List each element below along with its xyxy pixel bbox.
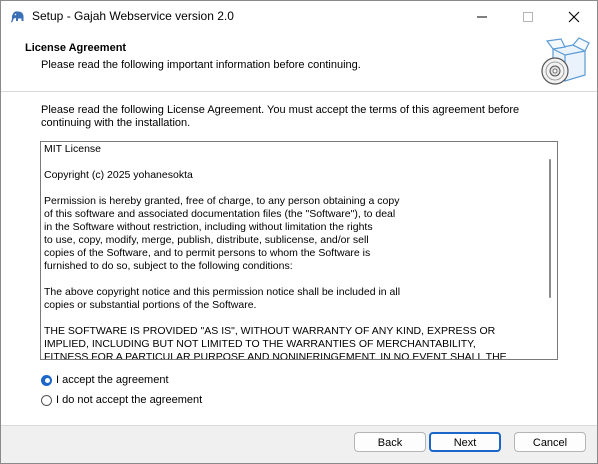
minimize-icon	[477, 16, 487, 18]
accept-radio-option[interactable]: I accept the agreement	[41, 372, 169, 388]
license-textbox[interactable]: MIT License Copyright (c) 2025 yohanesok…	[40, 141, 558, 360]
accept-radio-label[interactable]: I accept the agreement	[56, 374, 169, 386]
intro-text: Please read the following License Agreem…	[41, 104, 520, 129]
decline-radio-button[interactable]	[41, 394, 52, 406]
license-scrollbar[interactable]	[543, 142, 557, 359]
close-icon	[568, 11, 580, 23]
close-button[interactable]	[551, 1, 597, 32]
page-title: License Agreement	[25, 42, 127, 54]
wizard-body: Please read the following License Agreem…	[1, 92, 597, 425]
title-bar[interactable]: Setup - Gajah Webservice version 2.0	[1, 1, 597, 32]
wizard-footer: Back Next Cancel	[1, 425, 597, 463]
page-subtitle: Please read the following important info…	[41, 59, 361, 71]
setup-window: Setup - Gajah Webservice version 2.0 Lic…	[0, 0, 598, 464]
minimize-button[interactable]	[459, 1, 505, 32]
scrollbar-thumb[interactable]	[549, 159, 551, 298]
window-title: Setup - Gajah Webservice version 2.0	[32, 9, 234, 23]
accept-radio-button[interactable]	[41, 374, 52, 386]
cancel-button[interactable]: Cancel	[514, 432, 586, 452]
maximize-button[interactable]	[505, 1, 551, 32]
wizard-header: License Agreement Please read the follow…	[1, 32, 597, 92]
software-box-cd-icon	[539, 37, 591, 87]
decline-radio-label[interactable]: I do not accept the agreement	[56, 394, 202, 406]
back-button[interactable]: Back	[354, 432, 426, 452]
license-text: MIT License Copyright (c) 2025 yohanesok…	[44, 143, 507, 360]
elephant-icon	[10, 10, 26, 24]
maximize-icon	[523, 12, 533, 22]
next-button[interactable]: Next	[429, 432, 501, 452]
decline-radio-option[interactable]: I do not accept the agreement	[41, 392, 202, 408]
